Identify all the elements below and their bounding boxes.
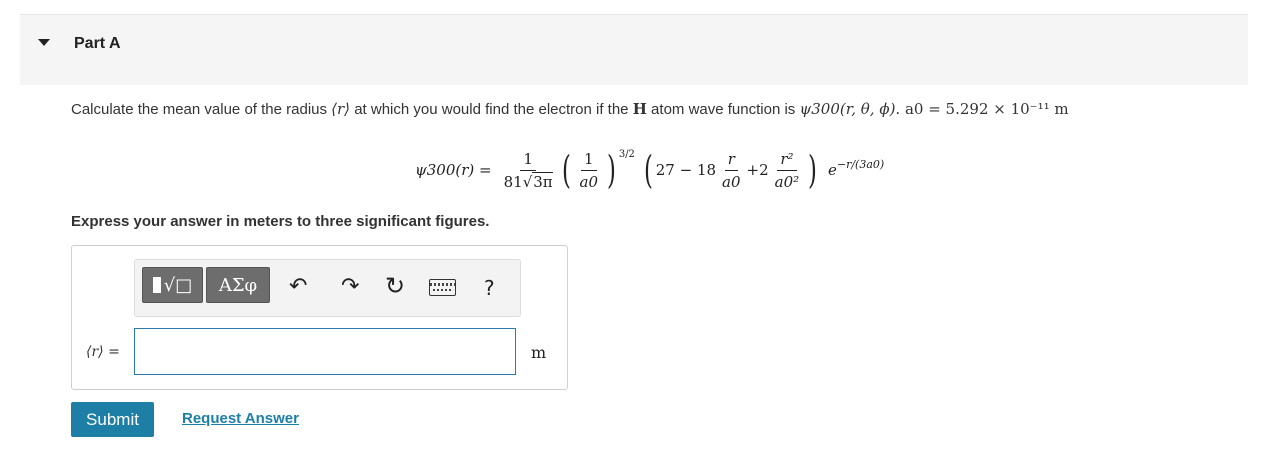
request-answer-link[interactable]: Request Answer [182, 410, 299, 427]
question-mid: at which you would find the electron if … [350, 101, 633, 118]
frac1-den-coef: 81 [503, 172, 523, 191]
greek-symbols-button[interactable]: ΑΣφ [206, 267, 270, 303]
answer-label: ⟨r⟩ = [86, 344, 120, 360]
frac1-den-sqrt: 3π [532, 171, 553, 191]
exp-power: −r/(3a0) [836, 157, 885, 171]
greek-button-label: ΑΣφ [218, 274, 258, 296]
answer-unit: m [531, 343, 547, 362]
poly-term-b: +2 [746, 161, 769, 179]
frac1-numerator: 1 [520, 150, 536, 171]
right-paren-1: ) [606, 148, 616, 192]
r2-over-a02-fraction: r² a0² [772, 150, 803, 191]
part-header[interactable]: Part A [20, 15, 1248, 85]
frac3-denominator: a0 [722, 172, 741, 191]
keyboard-icon[interactable] [429, 279, 456, 296]
bohr-radius-value: . a0 = 5.292 × 10⁻¹¹ m [895, 100, 1069, 118]
right-paren-2: ) [808, 148, 818, 192]
question-text: Calculate the mean value of the radius ⟨… [71, 100, 1069, 118]
answer-panel: √□ ΑΣφ ↶ ↷ ↻ ? ⟨r⟩ = m [71, 245, 568, 390]
frac4-denominator: a0² [774, 172, 800, 191]
answer-input[interactable] [134, 328, 516, 375]
normalization-fraction: 1 81√3π [501, 150, 556, 191]
frac4-numerator: r² [777, 150, 797, 171]
frac2-denominator: a0 [579, 172, 599, 191]
submit-button[interactable]: Submit [71, 402, 154, 437]
frac2-numerator: 1 [580, 150, 597, 171]
question-lead: Calculate the mean value of the radius [71, 101, 332, 118]
question-tail: atom wave function is [646, 101, 800, 118]
left-paren-2: ( [643, 148, 653, 192]
mean-radius-symbol: ⟨r⟩ [331, 100, 351, 118]
templates-button-label: √□ [163, 274, 193, 296]
frac1-denominator: 81√3π [503, 171, 553, 191]
poly-term-a: 27 − 18 [655, 161, 717, 179]
exp-base: e [827, 161, 837, 179]
collapse-caret-icon[interactable] [38, 39, 50, 46]
redo-icon[interactable]: ↷ [341, 274, 359, 299]
part-title: Part A [74, 35, 121, 52]
left-paren-1: ( [561, 148, 571, 192]
answer-instruction: Express your answer in meters to three s… [71, 213, 490, 230]
formula-lhs: ψ300(r) = [415, 161, 492, 179]
wavefunction-label: ψ300(r, θ, ϕ) [799, 100, 896, 118]
power-exponent: 3/2 [618, 148, 635, 160]
templates-button[interactable]: √□ [142, 267, 203, 303]
wavefunction-formula: ψ300(r) = 1 81√3π ( 1 a0 ) 3/2 ( 27 − 18… [415, 140, 884, 200]
math-toolbar: √□ ΑΣφ ↶ ↷ ↻ ? [134, 259, 521, 317]
frac3-numerator: r [724, 150, 738, 171]
hydrogen-symbol: H [632, 100, 647, 118]
inverse-a0-fraction: 1 a0 [577, 150, 602, 191]
r-over-a0-fraction: r a0 [719, 150, 744, 191]
template-square-icon [152, 277, 161, 293]
help-button[interactable]: ? [484, 276, 495, 300]
reset-icon[interactable]: ↻ [385, 272, 405, 300]
undo-icon[interactable]: ↶ [289, 274, 307, 299]
